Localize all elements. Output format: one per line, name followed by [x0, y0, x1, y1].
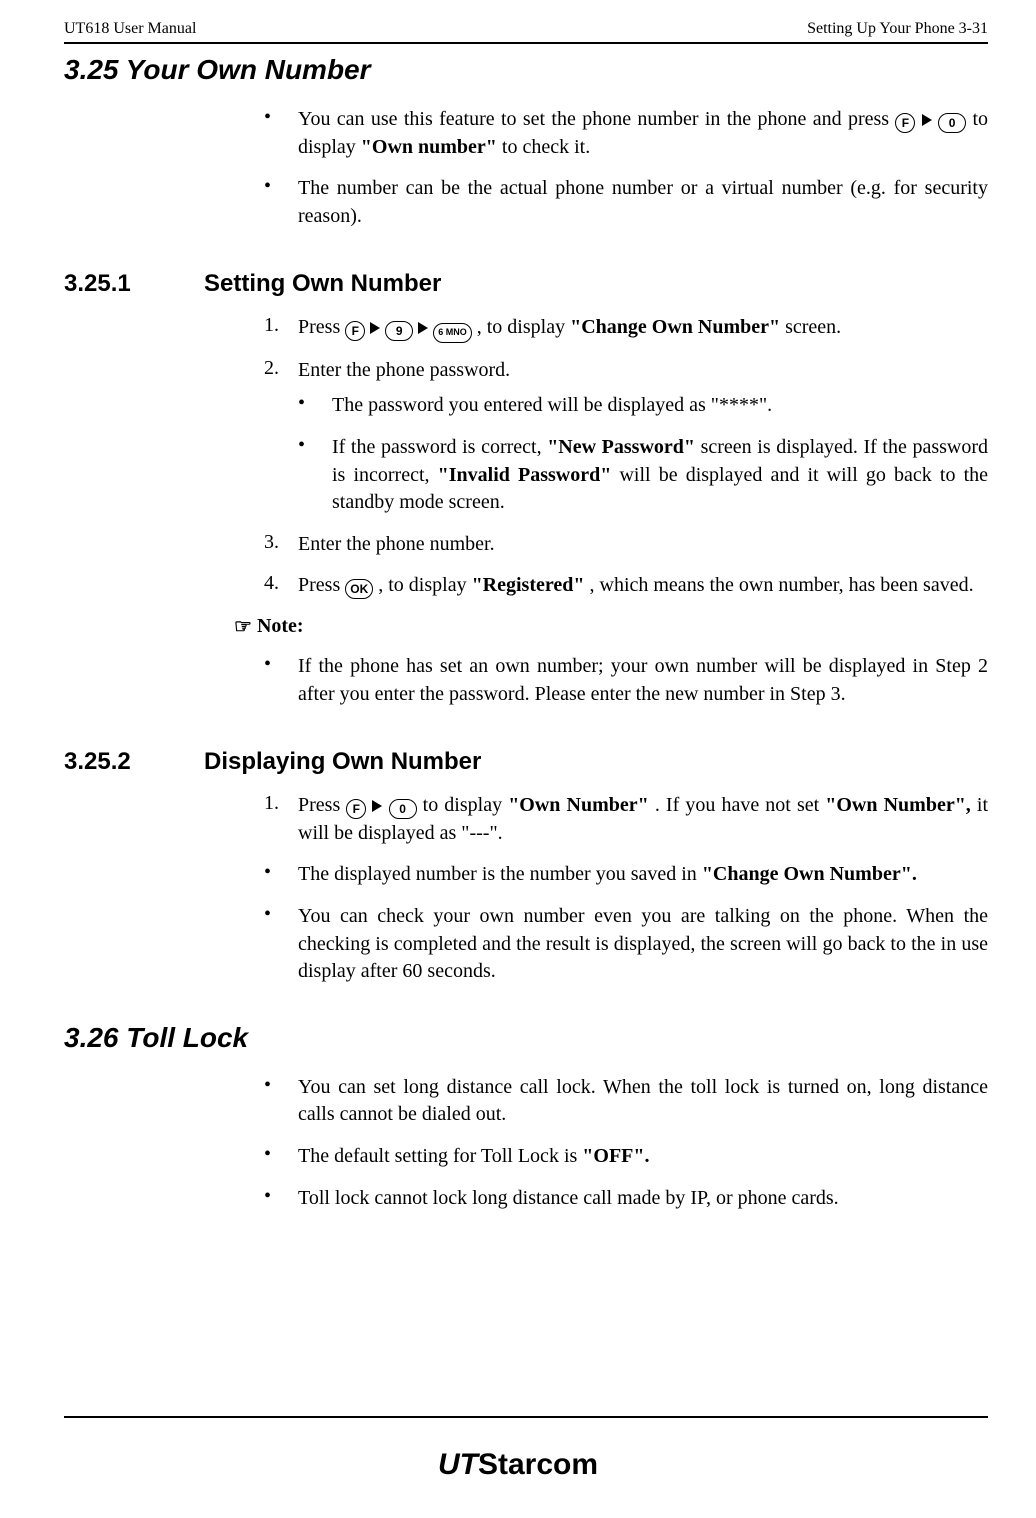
key-6mno-icon: 6 MNO [433, 323, 472, 343]
bullet-marker: • [264, 1185, 298, 1213]
text: Enter the phone password. [298, 357, 988, 385]
step-number: 1. [264, 314, 298, 343]
text: Toll lock cannot lock long distance call… [298, 1185, 988, 1213]
s326-bullet-2: • The default setting for Toll Lock is "… [264, 1143, 988, 1171]
text-bold: "Own Number", [825, 794, 971, 816]
arrow-icon [922, 114, 932, 126]
text-bold: "New Password" [547, 436, 695, 458]
text: to display [423, 794, 509, 816]
key-f-icon: F [895, 113, 915, 133]
text: Press [298, 794, 346, 816]
subsection-title: Displaying Own Number [204, 748, 481, 776]
key-f-icon: F [345, 321, 365, 341]
arrow-icon [418, 322, 428, 334]
text-bold: "Own number" [361, 136, 497, 158]
key-0-icon: 0 [389, 799, 417, 819]
text-bold: "Invalid Password" [438, 464, 612, 486]
note-label: ☞ Note: [234, 614, 988, 639]
text: Press [298, 316, 345, 338]
text-bold: "Change Own Number". [702, 863, 917, 885]
bullet-marker: • [264, 175, 298, 230]
step-number: 1. [264, 792, 298, 847]
header-divider [64, 42, 988, 44]
s326-bullet-1: • You can set long distance call lock. W… [264, 1074, 988, 1129]
section-3-25-title: 3.25 Your Own Number [64, 54, 988, 86]
text: to check it. [502, 136, 590, 158]
step-number: 4. [264, 572, 298, 600]
text: Press [298, 574, 345, 596]
s3252-bullet-2: • You can check your own number even you… [264, 903, 988, 986]
utstarcom-logo: UTStarcom [0, 1448, 1036, 1482]
s3252-step-1: 1. Press F 0 to display "Own Number" . I… [264, 792, 988, 847]
arrow-icon [372, 800, 382, 812]
text: screen. [785, 316, 841, 338]
text: , to display [477, 316, 570, 338]
text-bold: "Change Own Number" [570, 316, 780, 338]
step-number: 3. [264, 531, 298, 559]
s3252-bullet-1: • The displayed number is the number you… [264, 861, 988, 889]
bullet-marker: • [298, 392, 332, 420]
text: If the password is correct, [332, 436, 547, 458]
logo-starcom: Starcom [478, 1448, 598, 1481]
s325-bullet-2: • The number can be the actual phone num… [264, 175, 988, 230]
s3251-step2-sub1: • The password you entered will be displ… [298, 392, 988, 420]
note-text: Note: [252, 615, 304, 637]
text: , to display [378, 574, 471, 596]
text-bold: "Own Number" [508, 794, 649, 816]
s3251-note-bullet: • If the phone has set an own number; yo… [264, 653, 988, 708]
text: You can set long distance call lock. Whe… [298, 1074, 988, 1129]
section-3-26-title: 3.26 Toll Lock [64, 1022, 988, 1054]
text: You can check your own number even you a… [298, 903, 988, 986]
footer-divider [64, 1416, 988, 1418]
text: If the phone has set an own number; your… [298, 653, 988, 708]
s3251-step-2: 2. Enter the phone password. [264, 357, 988, 385]
s3251-step2-sub2: • If the password is correct, "New Passw… [298, 434, 988, 517]
text: Enter the phone number. [298, 531, 988, 559]
pointing-hand-icon: ☞ [234, 616, 252, 638]
bullet-marker: • [264, 903, 298, 986]
s3251-step-1: 1. Press F 9 6 MNO , to display "Change … [264, 314, 988, 343]
text: . If you have not set [655, 794, 825, 816]
s3251-step-3: 3. Enter the phone number. [264, 531, 988, 559]
bullet-marker: • [264, 1143, 298, 1171]
bullet-marker: • [264, 653, 298, 708]
key-ok-icon: OK [345, 579, 373, 599]
key-f-icon: F [346, 799, 366, 819]
arrow-icon [370, 322, 380, 334]
bullet-marker: • [298, 434, 332, 517]
subsection-number: 3.25.2 [64, 748, 204, 776]
logo-ut: UT [438, 1448, 478, 1481]
s326-bullet-3: • Toll lock cannot lock long distance ca… [264, 1185, 988, 1213]
subsection-title: Setting Own Number [204, 270, 441, 298]
subsection-number: 3.25.1 [64, 270, 204, 298]
key-9-icon: 9 [385, 321, 413, 341]
text-bold: "OFF". [582, 1145, 649, 1167]
bullet-marker: • [264, 1074, 298, 1129]
step-number: 2. [264, 357, 298, 385]
s325-bullet-1: • You can use this feature to set the ph… [264, 106, 988, 161]
text: The default setting for Toll Lock is [298, 1145, 582, 1167]
text: You can use this feature to set the phon… [298, 108, 895, 130]
key-0-icon: 0 [938, 113, 966, 133]
s3251-step-4: 4. Press OK , to display "Registered" , … [264, 572, 988, 600]
subsection-3-25-1: 3.25.1 Setting Own Number [64, 270, 988, 298]
text: The displayed number is the number you s… [298, 863, 702, 885]
header-right: Setting Up Your Phone 3-31 [807, 20, 988, 38]
text-bold: "Registered" [472, 574, 585, 596]
text: The password you entered will be display… [332, 392, 988, 420]
header-left: UT618 User Manual [64, 20, 196, 38]
bullet-marker: • [264, 861, 298, 889]
text: , which means the own number, has been s… [590, 574, 974, 596]
text: The number can be the actual phone numbe… [298, 175, 988, 230]
subsection-3-25-2: 3.25.2 Displaying Own Number [64, 748, 988, 776]
bullet-marker: • [264, 106, 298, 161]
